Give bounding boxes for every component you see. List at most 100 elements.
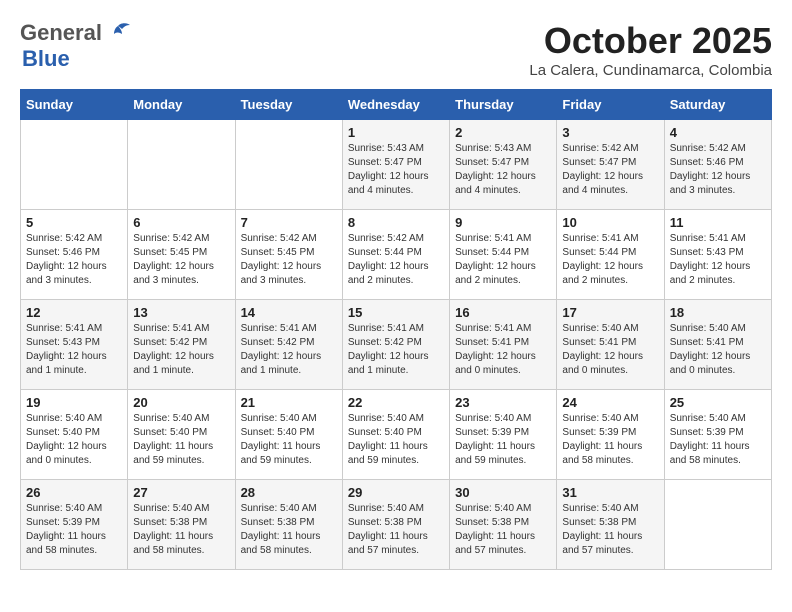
- day-info: Sunrise: 5:40 AM Sunset: 5:38 PM Dayligh…: [133, 502, 229, 558]
- calendar-cell: 27 Sunrise: 5:40 AM Sunset: 5:38 PM Dayli…: [128, 480, 235, 570]
- weekday-header-wednesday: Wednesday: [342, 90, 449, 120]
- calendar-cell: 22 Sunrise: 5:40 AM Sunset: 5:40 PM Dayli…: [342, 390, 449, 480]
- calendar-cell: 30Sunrise: 5:40 AM Sunset: 5:38 PM Dayli…: [450, 480, 557, 570]
- day-number: 31: [562, 485, 658, 500]
- weekday-header-friday: Friday: [557, 90, 664, 120]
- day-number: 19: [26, 395, 122, 410]
- calendar-cell: 10Sunrise: 5:41 AM Sunset: 5:44 PM Dayli…: [557, 210, 664, 300]
- day-number: 6: [133, 215, 229, 230]
- calendar-cell: 19Sunrise: 5:40 AM Sunset: 5:40 PM Dayli…: [21, 390, 128, 480]
- day-number: 24: [562, 395, 658, 410]
- calendar-cell: 5 Sunrise: 5:42 AM Sunset: 5:46 PM Daylig…: [21, 210, 128, 300]
- calendar-cell: [664, 480, 771, 570]
- calendar-cell: [128, 120, 235, 210]
- day-number: 17: [562, 305, 658, 320]
- month-title: October 2025: [529, 20, 772, 62]
- day-info: Sunrise: 5:40 AM Sunset: 5:39 PM Dayligh…: [670, 412, 766, 468]
- day-info: Sunrise: 5:41 AM Sunset: 5:44 PM Dayligh…: [455, 232, 551, 288]
- day-info: Sunrise: 5:40 AM Sunset: 5:40 PM Dayligh…: [348, 412, 444, 468]
- day-info: Sunrise: 5:40 AM Sunset: 5:39 PM Dayligh…: [562, 412, 658, 468]
- day-number: 1: [348, 125, 444, 140]
- day-info: Sunrise: 5:40 AM Sunset: 5:38 PM Dayligh…: [348, 502, 444, 558]
- location: La Calera, Cundinamarca, Colombia: [529, 62, 772, 79]
- week-row-3: 12 Sunrise: 5:41 AM Sunset: 5:43 PM Dayli…: [21, 300, 772, 390]
- day-info: Sunrise: 5:40 AM Sunset: 5:39 PM Dayligh…: [26, 502, 122, 558]
- week-row-4: 19 Sunrise: 5:40 AM Sunset: 5:40 PM Dayli…: [21, 390, 772, 480]
- day-info: Sunrise: 5:42 AM Sunset: 5:46 PM Dayligh…: [26, 232, 122, 288]
- calendar-cell: 24 Sunrise: 5:40 AM Sunset: 5:39 PM Dayli…: [557, 390, 664, 480]
- day-number: 11: [670, 215, 766, 230]
- logo-bird-icon: [104, 22, 132, 44]
- calendar-cell: 23 Sunrise: 5:40 AM Sunset: 5:39 PM Dayli…: [450, 390, 557, 480]
- day-info: Sunrise: 5:43 AM Sunset: 5:47 PM Dayligh…: [348, 142, 444, 198]
- day-number: 4: [670, 125, 766, 140]
- day-number: 22: [348, 395, 444, 410]
- calendar-cell: 29 Sunrise: 5:40 AM Sunset: 5:38 PM Dayli…: [342, 480, 449, 570]
- day-info: Sunrise: 5:40 AM Sunset: 5:39 PM Dayligh…: [455, 412, 551, 468]
- calendar-cell: 26 Sunrise: 5:40 AM Sunset: 5:39 PM Dayli…: [21, 480, 128, 570]
- weekday-header-row: SundayMondayTuesdayWednesdayThursdayFrid…: [21, 90, 772, 120]
- day-number: 21: [241, 395, 337, 410]
- day-number: 2: [455, 125, 551, 140]
- weekday-header-thursday: Thursday: [450, 90, 557, 120]
- day-number: 16: [455, 305, 551, 320]
- day-number: 20: [133, 395, 229, 410]
- day-info: Sunrise: 5:41 AM Sunset: 5:44 PM Dayligh…: [562, 232, 658, 288]
- day-number: 25: [670, 395, 766, 410]
- week-row-5: 26 Sunrise: 5:40 AM Sunset: 5:39 PM Dayli…: [21, 480, 772, 570]
- day-number: 29: [348, 485, 444, 500]
- logo-general: General: [20, 20, 102, 46]
- calendar-cell: 11Sunrise: 5:41 AM Sunset: 5:43 PM Dayli…: [664, 210, 771, 300]
- calendar-cell: 13 Sunrise: 5:41 AM Sunset: 5:42 PM Dayli…: [128, 300, 235, 390]
- day-number: 3: [562, 125, 658, 140]
- day-info: Sunrise: 5:41 AM Sunset: 5:42 PM Dayligh…: [348, 322, 444, 378]
- day-info: Sunrise: 5:40 AM Sunset: 5:38 PM Dayligh…: [562, 502, 658, 558]
- day-number: 23: [455, 395, 551, 410]
- day-number: 7: [241, 215, 337, 230]
- day-number: 26: [26, 485, 122, 500]
- calendar-cell: 25 Sunrise: 5:40 AM Sunset: 5:39 PM Dayli…: [664, 390, 771, 480]
- calendar-cell: 2 Sunrise: 5:43 AM Sunset: 5:47 PM Daylig…: [450, 120, 557, 210]
- day-number: 15: [348, 305, 444, 320]
- calendar-cell: 14Sunrise: 5:41 AM Sunset: 5:42 PM Dayli…: [235, 300, 342, 390]
- calendar-cell: 4Sunrise: 5:42 AM Sunset: 5:46 PM Daylig…: [664, 120, 771, 210]
- calendar-cell: 21 Sunrise: 5:40 AM Sunset: 5:40 PM Dayli…: [235, 390, 342, 480]
- calendar-cell: 9 Sunrise: 5:41 AM Sunset: 5:44 PM Daylig…: [450, 210, 557, 300]
- calendar-cell: [235, 120, 342, 210]
- calendar-cell: 1 Sunrise: 5:43 AM Sunset: 5:47 PM Daylig…: [342, 120, 449, 210]
- calendar-cell: 6 Sunrise: 5:42 AM Sunset: 5:45 PM Daylig…: [128, 210, 235, 300]
- logo: General Blue: [20, 20, 132, 72]
- calendar-cell: 8Sunrise: 5:42 AM Sunset: 5:44 PM Daylig…: [342, 210, 449, 300]
- day-number: 27: [133, 485, 229, 500]
- day-number: 9: [455, 215, 551, 230]
- day-info: Sunrise: 5:41 AM Sunset: 5:43 PM Dayligh…: [26, 322, 122, 378]
- calendar-cell: 16 Sunrise: 5:41 AM Sunset: 5:41 PM Dayli…: [450, 300, 557, 390]
- day-number: 28: [241, 485, 337, 500]
- day-info: Sunrise: 5:41 AM Sunset: 5:42 PM Dayligh…: [133, 322, 229, 378]
- day-number: 13: [133, 305, 229, 320]
- day-number: 18: [670, 305, 766, 320]
- day-info: Sunrise: 5:40 AM Sunset: 5:38 PM Dayligh…: [455, 502, 551, 558]
- day-info: Sunrise: 5:40 AM Sunset: 5:41 PM Dayligh…: [562, 322, 658, 378]
- day-info: Sunrise: 5:42 AM Sunset: 5:45 PM Dayligh…: [241, 232, 337, 288]
- calendar-cell: 17 Sunrise: 5:40 AM Sunset: 5:41 PM Dayli…: [557, 300, 664, 390]
- page-header: General Blue October 2025 La Calera, Cun…: [20, 20, 772, 79]
- logo-blue: Blue: [22, 46, 70, 71]
- calendar-cell: 15 Sunrise: 5:41 AM Sunset: 5:42 PM Dayli…: [342, 300, 449, 390]
- day-info: Sunrise: 5:40 AM Sunset: 5:40 PM Dayligh…: [241, 412, 337, 468]
- day-number: 14: [241, 305, 337, 320]
- day-info: Sunrise: 5:40 AM Sunset: 5:40 PM Dayligh…: [133, 412, 229, 468]
- week-row-2: 5 Sunrise: 5:42 AM Sunset: 5:46 PM Daylig…: [21, 210, 772, 300]
- day-number: 5: [26, 215, 122, 230]
- title-block: October 2025 La Calera, Cundinamarca, Co…: [529, 20, 772, 79]
- day-info: Sunrise: 5:40 AM Sunset: 5:41 PM Dayligh…: [670, 322, 766, 378]
- weekday-header-saturday: Saturday: [664, 90, 771, 120]
- day-info: Sunrise: 5:42 AM Sunset: 5:47 PM Dayligh…: [562, 142, 658, 198]
- day-info: Sunrise: 5:41 AM Sunset: 5:41 PM Dayligh…: [455, 322, 551, 378]
- day-info: Sunrise: 5:42 AM Sunset: 5:45 PM Dayligh…: [133, 232, 229, 288]
- day-info: Sunrise: 5:40 AM Sunset: 5:38 PM Dayligh…: [241, 502, 337, 558]
- day-info: Sunrise: 5:43 AM Sunset: 5:47 PM Dayligh…: [455, 142, 551, 198]
- day-info: Sunrise: 5:42 AM Sunset: 5:44 PM Dayligh…: [348, 232, 444, 288]
- calendar-cell: 28 Sunrise: 5:40 AM Sunset: 5:38 PM Dayli…: [235, 480, 342, 570]
- day-number: 12: [26, 305, 122, 320]
